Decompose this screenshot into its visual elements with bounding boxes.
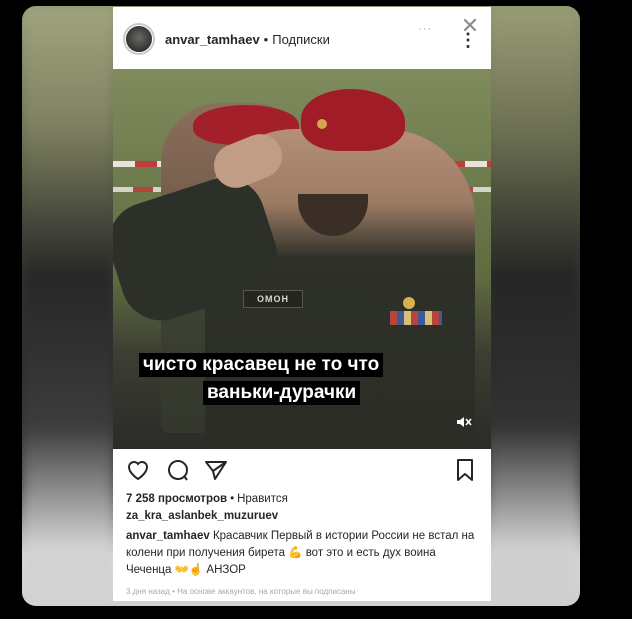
medal-ribbon-bar	[390, 311, 442, 325]
post-header: anvar_tamhaev • Подписки ··· ✕ ⋮	[113, 7, 491, 69]
avatar-image	[125, 25, 153, 53]
bottom-bar	[0, 606, 632, 619]
instagram-post-card: anvar_tamhaev • Подписки ··· ✕ ⋮ ОМОН чист…	[113, 7, 491, 601]
header-separator: •	[263, 32, 269, 47]
caption-overlay-line-1: чисто красавец не то что	[139, 353, 384, 377]
post-caption: anvar_tamhaev Красавчик Первый в истории…	[126, 528, 478, 579]
post-media[interactable]: ОМОН чисто красавец не то что ваньки-дур…	[113, 69, 491, 449]
liked-by-username[interactable]: za_kra_aslanbek_muzuruev	[126, 510, 278, 522]
views-and-likes: 7 258 просмотров • Нравится	[126, 493, 288, 505]
likes-label: Нравится	[237, 493, 288, 505]
speaker-muted-icon[interactable]	[455, 415, 473, 431]
bookmark-icon[interactable]	[453, 457, 477, 483]
beret-badge	[317, 119, 327, 129]
blurred-right-panel	[488, 6, 580, 606]
stats-separator: •	[230, 493, 235, 505]
post-meta: 3 дня назад • На основе аккаунтов, на ко…	[126, 587, 356, 596]
avatar[interactable]	[123, 23, 155, 55]
share-icon[interactable]	[203, 457, 229, 483]
speaker-muted-icon-svg	[457, 417, 472, 427]
caption-username[interactable]: anvar_tamhaev	[126, 530, 210, 542]
heart-icon[interactable]	[125, 457, 151, 483]
uniform-patch: ОМОН	[243, 290, 303, 308]
username-link[interactable]: anvar_tamhaev	[165, 32, 260, 47]
following-button[interactable]: Подписки	[272, 32, 330, 47]
main-beret	[301, 89, 405, 151]
action-bar	[113, 457, 491, 489]
medal	[403, 297, 415, 309]
views-count[interactable]: 7 258 просмотров	[126, 493, 227, 505]
more-options-icon[interactable]: ⋮	[459, 27, 477, 53]
blurred-left-panel	[22, 6, 114, 606]
username-line: anvar_tamhaev • Подписки	[165, 32, 330, 47]
ellipsis-indicator: ···	[418, 23, 432, 35]
caption-overlay-line-2: ваньки-дурачки	[203, 381, 361, 405]
comment-icon[interactable]	[165, 457, 191, 483]
